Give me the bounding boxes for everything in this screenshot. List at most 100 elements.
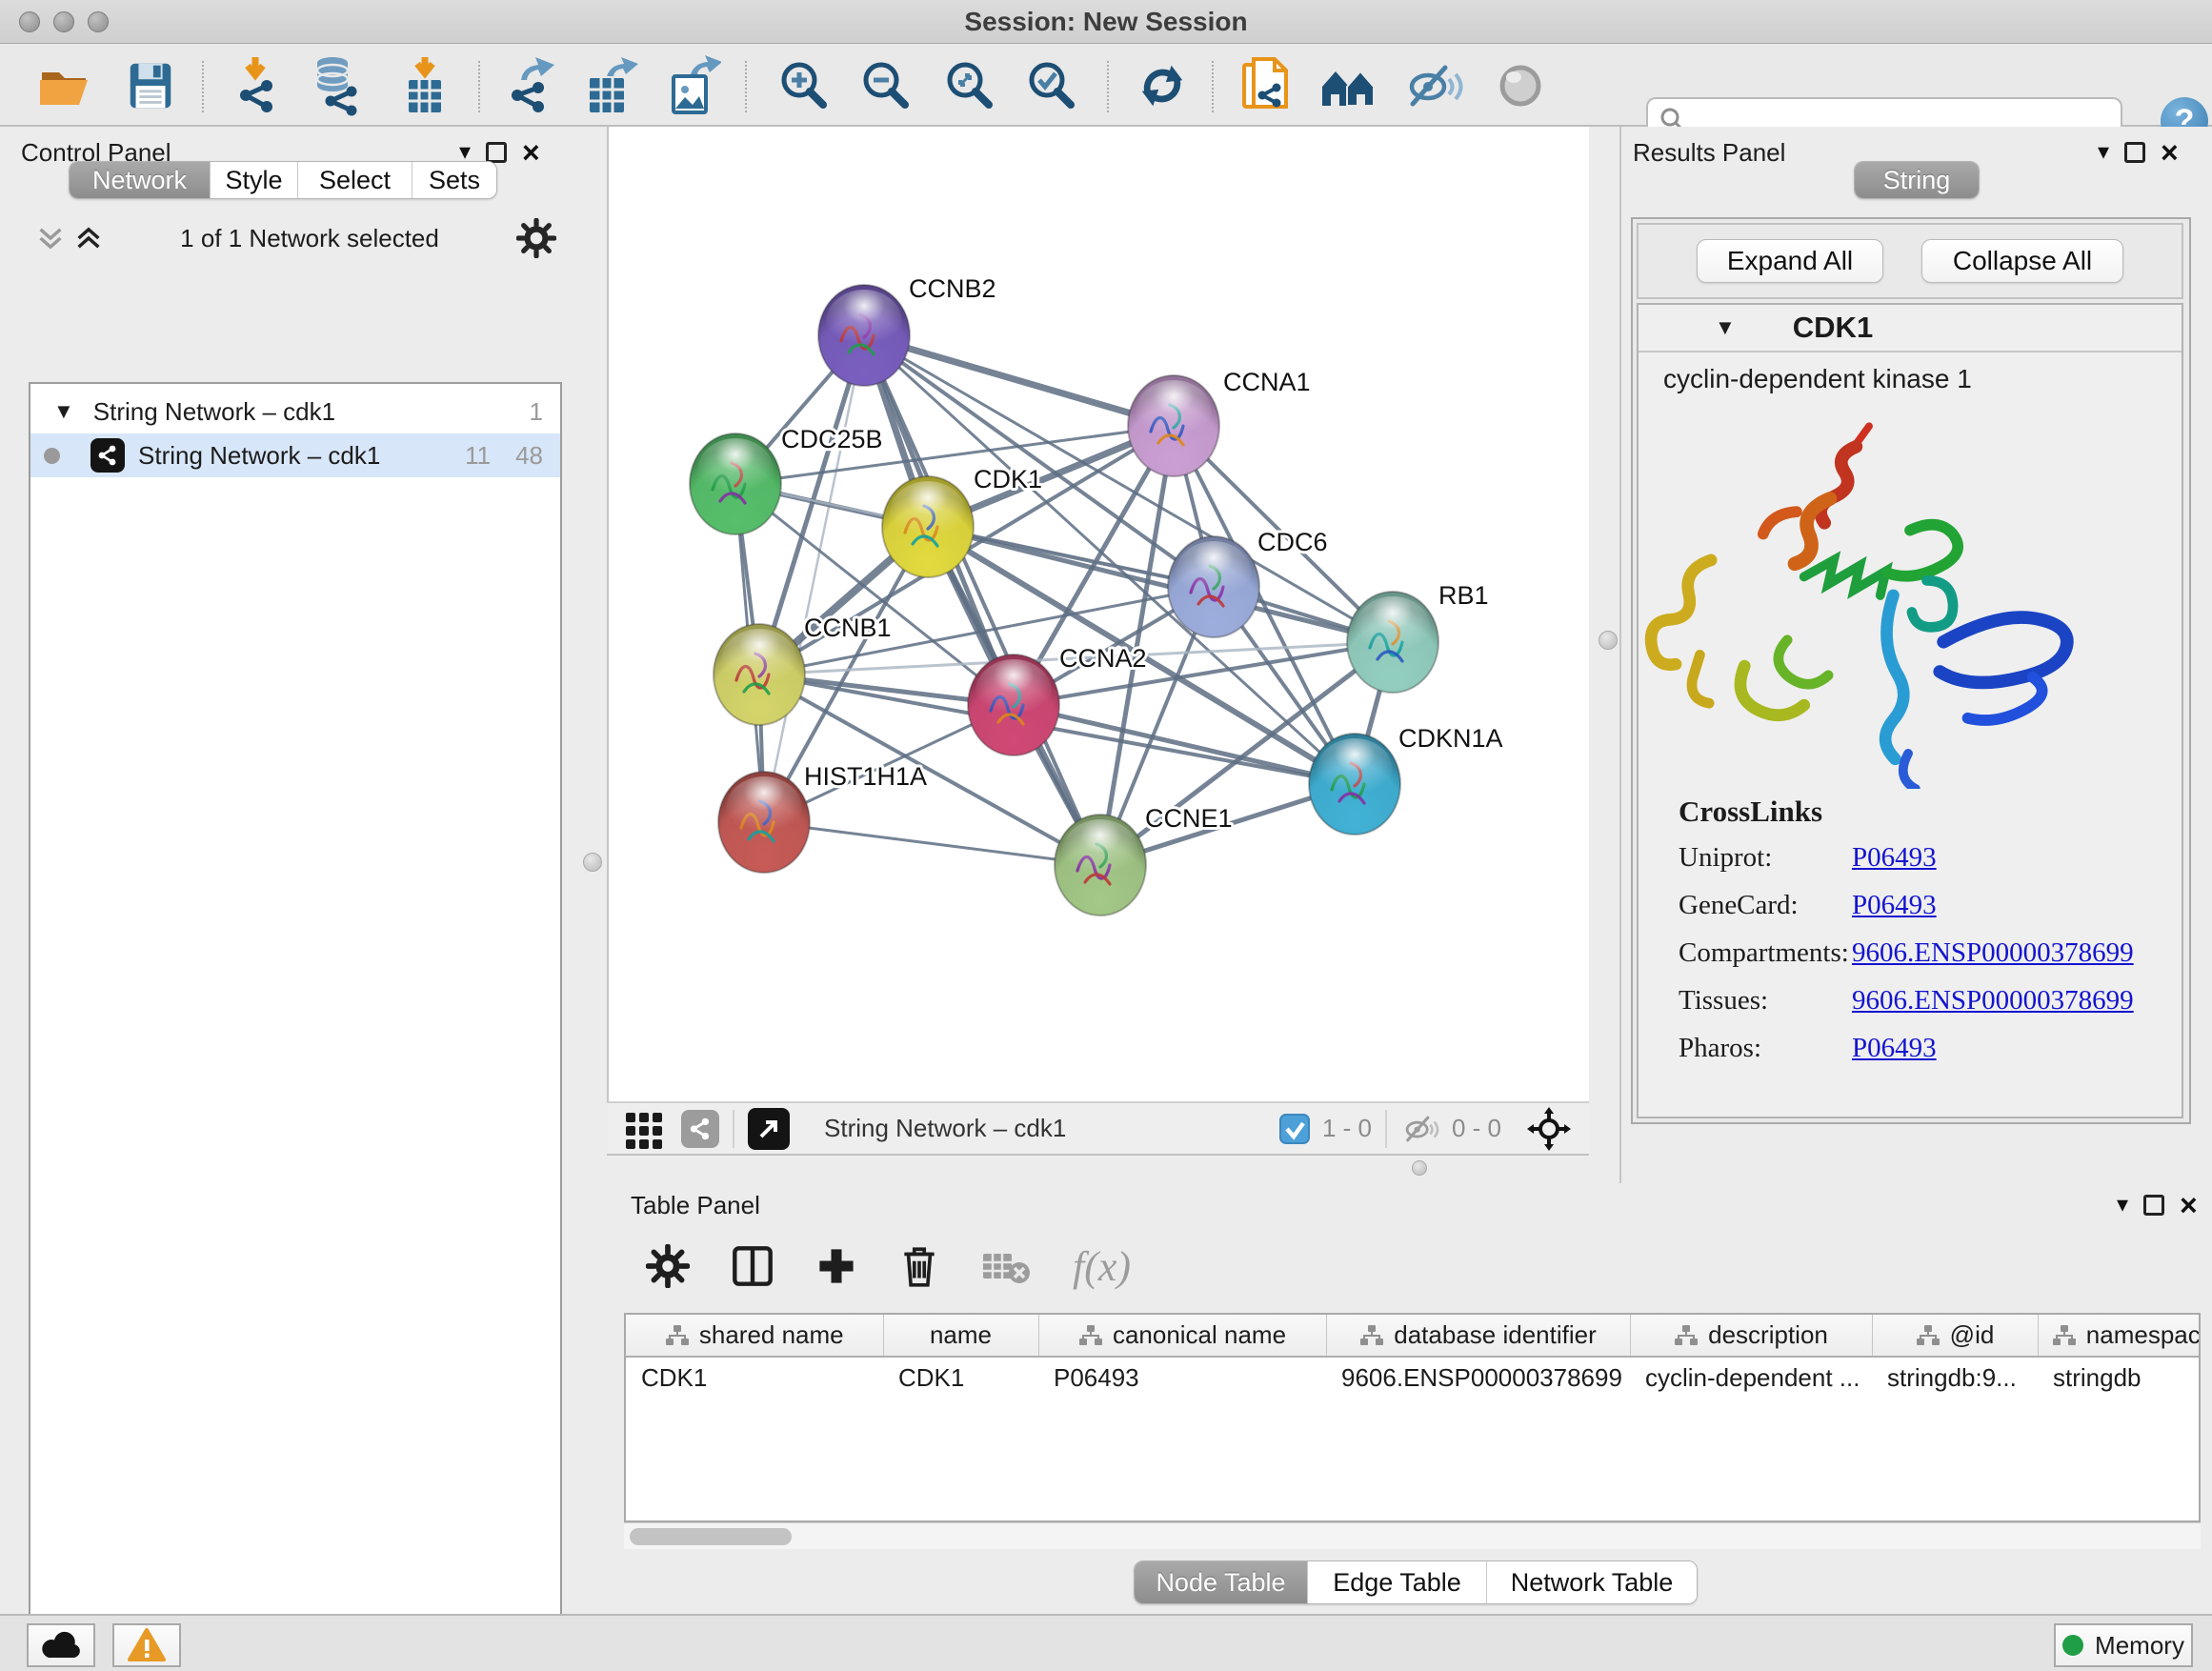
protein-disclosure-icon[interactable]: ▼ bbox=[1715, 315, 1736, 340]
bottom-splitter-handle[interactable] bbox=[1412, 1160, 1427, 1176]
scrollbar-thumb[interactable] bbox=[630, 1528, 792, 1545]
window-close-button[interactable] bbox=[19, 11, 40, 32]
first-neighbors-button[interactable] bbox=[1318, 55, 1379, 116]
open-in-window-button[interactable] bbox=[748, 1108, 790, 1150]
tab-string[interactable]: String bbox=[1855, 162, 1979, 198]
fit-content-crosshair-icon[interactable] bbox=[1526, 1106, 1572, 1152]
edge-CCNB2-CCNA1[interactable] bbox=[864, 335, 1174, 426]
panel-close-icon[interactable]: × bbox=[522, 142, 540, 163]
warnings-button[interactable] bbox=[112, 1623, 181, 1667]
clone-network-button[interactable] bbox=[1235, 55, 1296, 116]
expand-all-button[interactable]: Expand All bbox=[1697, 239, 1883, 283]
tab-style[interactable]: Style bbox=[211, 162, 298, 198]
tab-sets[interactable]: Sets bbox=[412, 162, 496, 198]
crosslink-link[interactable]: 9606.ENSP00000378699 bbox=[1852, 937, 2134, 969]
panel-float-icon[interactable] bbox=[2143, 1195, 2164, 1216]
edge-HIST1H1A-CCNE1[interactable] bbox=[764, 822, 1100, 865]
edge-CCNA2-CDKN1A[interactable] bbox=[1014, 705, 1355, 784]
table-row[interactable]: CDK1CDK1P064939606.ENSP00000378699cyclin… bbox=[626, 1357, 2201, 1399]
import-network-file-button[interactable] bbox=[225, 55, 286, 116]
crosslink-link[interactable]: 9606.ENSP00000378699 bbox=[1852, 985, 2134, 1017]
node-label-CDK1: CDK1 bbox=[974, 465, 1042, 493]
cloud-button[interactable] bbox=[27, 1623, 95, 1667]
export-table-button[interactable] bbox=[579, 55, 640, 116]
column-header-name[interactable]: name bbox=[883, 1315, 1038, 1357]
hide-selected-button[interactable] bbox=[1404, 55, 1465, 116]
show-columns-icon[interactable] bbox=[732, 1244, 774, 1288]
column-header-canonical-name[interactable]: canonical name bbox=[1038, 1315, 1326, 1357]
add-column-icon[interactable] bbox=[815, 1244, 857, 1288]
import-network-database-button[interactable] bbox=[307, 55, 368, 116]
gear-icon[interactable] bbox=[516, 218, 556, 258]
table-gear-icon[interactable] bbox=[646, 1244, 690, 1288]
crosslink-link[interactable]: P06493 bbox=[1852, 890, 1937, 921]
panel-close-icon[interactable]: × bbox=[2180, 1195, 2198, 1216]
collection-disclosure-icon[interactable]: ▼ bbox=[53, 399, 74, 424]
import-table-button[interactable] bbox=[394, 55, 455, 116]
export-image-button[interactable] bbox=[661, 55, 722, 116]
save-session-button[interactable] bbox=[120, 55, 181, 116]
network-collection-row[interactable]: ▼ String Network – cdk1 1 bbox=[30, 390, 560, 433]
selected-checkbox-icon[interactable] bbox=[1278, 1113, 1311, 1145]
tab-network[interactable]: Network bbox=[70, 162, 211, 198]
edge-CCNB2-HIST1H1A[interactable] bbox=[764, 335, 864, 822]
zoom-in-button[interactable] bbox=[774, 55, 835, 116]
node-CCNB2[interactable] bbox=[818, 285, 910, 386]
memory-button[interactable]: Memory bbox=[2054, 1623, 2193, 1667]
node-CCNA2[interactable] bbox=[968, 654, 1059, 755]
apply-layout-button[interactable] bbox=[1132, 55, 1193, 116]
panel-float-icon[interactable] bbox=[2124, 142, 2145, 163]
column-header-database-identifier[interactable]: database identifier bbox=[1326, 1315, 1630, 1357]
node-CDC25B[interactable] bbox=[690, 433, 781, 534]
open-session-button[interactable] bbox=[34, 55, 95, 116]
column-header--id[interactable]: @id bbox=[1872, 1315, 2038, 1357]
network-row-selected[interactable]: String Network – cdk1 11 48 bbox=[30, 433, 560, 477]
node-CDKN1A[interactable] bbox=[1309, 734, 1400, 835]
zoom-selected-button[interactable] bbox=[1021, 55, 1082, 116]
column-header-namespace[interactable]: namespace bbox=[2038, 1315, 2201, 1357]
right-splitter-handle[interactable] bbox=[1599, 631, 1618, 650]
node-CCNE1[interactable] bbox=[1055, 815, 1146, 916]
node-RB1[interactable] bbox=[1347, 592, 1438, 693]
crosslink-link[interactable]: P06493 bbox=[1852, 842, 1937, 874]
table-cell[interactable]: cyclin-dependent ... bbox=[1630, 1357, 1872, 1399]
string-style-icon[interactable] bbox=[681, 1110, 719, 1148]
birdseye-grid-icon[interactable] bbox=[624, 1109, 664, 1149]
table-cell[interactable]: CDK1 bbox=[626, 1357, 883, 1399]
window-zoom-button[interactable] bbox=[88, 11, 109, 32]
node-HIST1H1A[interactable] bbox=[718, 772, 810, 873]
panel-menu-icon[interactable]: ▾ bbox=[2098, 138, 2109, 166]
table-cell[interactable]: stringdb bbox=[2038, 1357, 2201, 1399]
tab-select[interactable]: Select bbox=[298, 162, 412, 198]
table-cell[interactable]: stringdb:9... bbox=[1872, 1357, 2038, 1399]
panel-close-icon[interactable]: × bbox=[2161, 142, 2179, 163]
table-cell[interactable]: P06493 bbox=[1038, 1357, 1326, 1399]
column-header-description[interactable]: description bbox=[1630, 1315, 1872, 1357]
network-view-canvas[interactable]: CCNB2CCNA1CDC25BCDK1CDC6RB1CCNB1CCNA2CDK… bbox=[607, 127, 1589, 1101]
node-CDC6[interactable] bbox=[1168, 536, 1259, 637]
expand-all-icon[interactable] bbox=[74, 224, 103, 252]
tab-edge-table[interactable]: Edge Table bbox=[1308, 1561, 1487, 1603]
zoom-out-button[interactable] bbox=[855, 55, 916, 116]
column-header-shared-name[interactable]: shared name bbox=[626, 1315, 883, 1357]
show-all-button-disabled[interactable] bbox=[1490, 55, 1551, 116]
node-CDK1[interactable] bbox=[882, 476, 974, 577]
table-horizontal-scrollbar[interactable] bbox=[624, 1522, 2201, 1549]
zoom-fit-button[interactable] bbox=[939, 55, 1000, 116]
table-cell[interactable]: CDK1 bbox=[883, 1357, 1038, 1399]
collapse-all-button[interactable]: Collapse All bbox=[1921, 239, 2123, 283]
tab-node-table[interactable]: Node Table bbox=[1135, 1561, 1308, 1603]
left-splitter-handle[interactable] bbox=[583, 853, 602, 872]
panel-menu-icon[interactable]: ▾ bbox=[2117, 1191, 2128, 1218]
table-cell[interactable]: 9606.ENSP00000378699 bbox=[1326, 1357, 1630, 1399]
window-minimize-button[interactable] bbox=[53, 11, 74, 32]
node-CCNA1[interactable] bbox=[1128, 375, 1219, 476]
delete-column-icon[interactable] bbox=[899, 1243, 939, 1289]
export-network-button[interactable] bbox=[499, 55, 560, 116]
protein-card-header[interactable]: ▼ CDK1 bbox=[1639, 305, 2182, 352]
tab-network-table[interactable]: Network Table bbox=[1487, 1561, 1697, 1603]
collapse-all-icon[interactable] bbox=[36, 224, 65, 252]
node-CCNB1[interactable] bbox=[714, 624, 805, 725]
crosslink-link[interactable]: P06493 bbox=[1852, 1033, 1937, 1064]
panel-float-icon[interactable] bbox=[486, 142, 507, 163]
